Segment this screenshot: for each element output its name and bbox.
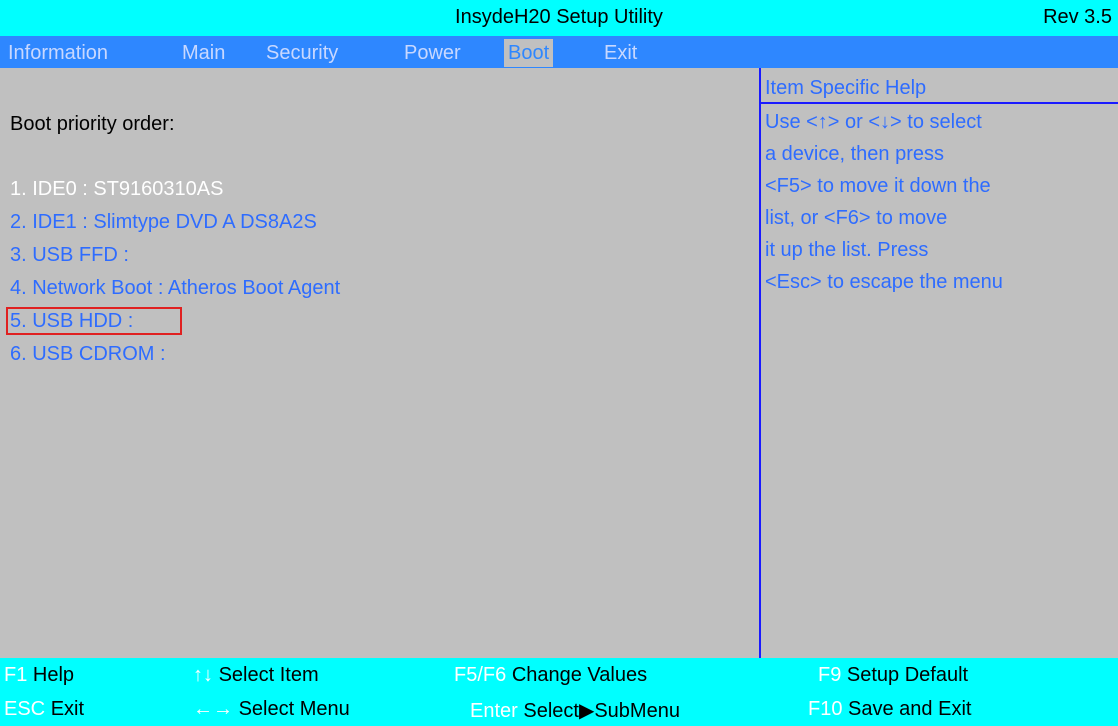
tab-power[interactable]: Power <box>400 39 465 67</box>
help-line: a device, then press <box>765 143 944 165</box>
boot-item-ide0[interactable]: 1. IDE0 : ST9160310AS <box>10 173 340 206</box>
f5-f6-key: F5/F6 <box>454 664 507 686</box>
help-line: Use <↑> or <↓> to select <box>765 111 982 133</box>
help-line: <F5> to move it down the <box>765 175 991 197</box>
enter-label: Select▶SubMenu <box>523 700 680 722</box>
change-values-hint: F5/F6 Change Values <box>454 664 647 687</box>
f10-label: Save and Exit <box>848 698 972 720</box>
tab-security[interactable]: Security <box>262 39 342 67</box>
tab-exit[interactable]: Exit <box>600 39 641 67</box>
f10-key: F10 <box>808 698 843 720</box>
up-down-arrows-icon: ↑↓ <box>193 664 213 686</box>
help-line: it up the list. Press <box>765 239 929 261</box>
menu-bar: Information Main Security Power Boot Exi… <box>0 36 1118 68</box>
boot-item-ide1[interactable]: 2. IDE1 : Slimtype DVD A DS8A2S <box>10 206 340 239</box>
f1-label: Help <box>32 664 75 686</box>
left-right-arrows-icon: ←→ <box>193 698 233 720</box>
help-divider <box>761 102 1118 104</box>
change-values-label: Change Values <box>511 664 648 686</box>
esc-key: ESC <box>4 698 46 720</box>
f9-label: Setup Default <box>846 664 969 686</box>
enter-submenu-hint: Enter Select▶SubMenu <box>470 698 680 723</box>
revision-label: Rev 3.5 <box>1043 6 1112 28</box>
tab-main[interactable]: Main <box>178 39 229 67</box>
help-text: Use <↑> or <↓> to select a device, then … <box>765 106 1003 298</box>
select-menu-label: Select Menu <box>238 698 350 720</box>
setup-default-hint: F9 Setup Default <box>818 664 968 687</box>
boot-priority-list: 1. IDE0 : ST9160310AS 2. IDE1 : Slimtype… <box>6 173 340 371</box>
save-exit-hint: F10 Save and Exit <box>808 698 971 721</box>
help-title: Item Specific Help <box>765 77 927 99</box>
title-bar: InsydeH20 Setup Utility Rev 3.5 <box>0 0 1118 36</box>
select-item-hint: ↑↓ Select Item <box>193 664 319 687</box>
boot-item-usb-ffd[interactable]: 3. USB FFD : <box>10 239 340 272</box>
f1-key: F1 <box>4 664 28 686</box>
boot-priority-heading: Boot priority order: <box>10 113 175 135</box>
esc-label: Exit <box>50 698 85 720</box>
help-line: <Esc> to escape the menu <box>765 271 1003 293</box>
boot-item-usb-cdrom[interactable]: 6. USB CDROM : <box>10 338 340 371</box>
f9-key: F9 <box>818 664 842 686</box>
app-title: InsydeH20 Setup Utility <box>455 6 663 28</box>
tab-boot[interactable]: Boot <box>504 39 554 67</box>
help-pane: Item Specific Help Use <↑> or <↓> to sel… <box>759 68 1118 658</box>
enter-key: Enter <box>470 700 518 722</box>
tab-information[interactable]: Information <box>4 39 112 67</box>
select-menu-hint: ←→ Select Menu <box>193 698 350 721</box>
boot-item-usb-hdd[interactable]: 5. USB HDD : <box>6 305 340 338</box>
key-legend-bar: F1 Help ESC Exit ↑↓ Select Item ←→ Selec… <box>0 658 1118 726</box>
select-item-label: Select Item <box>218 664 319 686</box>
esc-exit-hint: ESC Exit <box>4 698 84 721</box>
help-line: list, or <F6> to move <box>765 207 948 229</box>
highlight-box <box>6 307 182 335</box>
boot-item-network-boot[interactable]: 4. Network Boot : Atheros Boot Agent <box>10 272 340 305</box>
f1-help-hint: F1 Help <box>4 664 74 687</box>
